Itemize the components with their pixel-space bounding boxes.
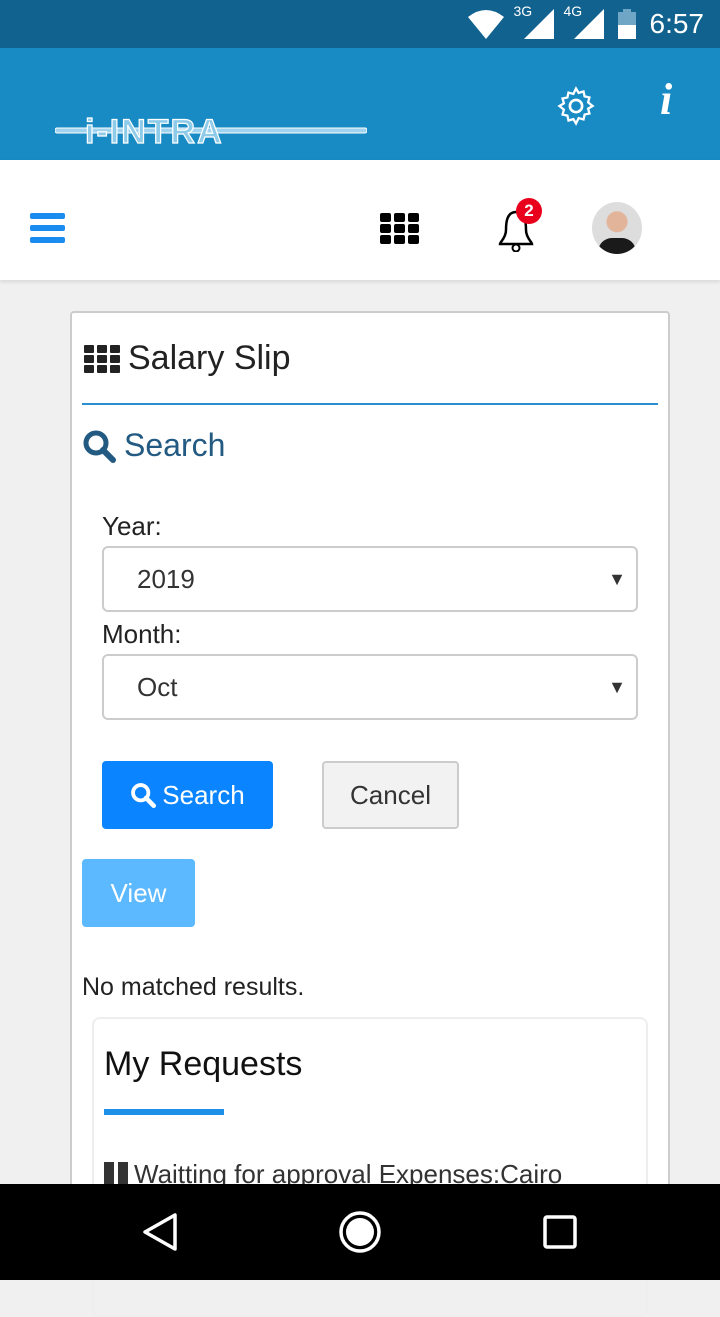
settings-gear-icon[interactable] <box>555 85 597 127</box>
no-results-text: No matched results. <box>82 973 305 1001</box>
info-icon[interactable]: i <box>660 74 672 125</box>
grid-icon <box>84 344 120 373</box>
search-heading: Search <box>82 427 225 464</box>
view-button[interactable]: View <box>82 859 195 927</box>
year-label: Year: <box>102 511 162 541</box>
divider <box>82 403 658 405</box>
wifi-icon <box>467 10 504 39</box>
page-title: Salary Slip <box>84 339 291 378</box>
android-nav-bar <box>0 1184 720 1280</box>
requests-title: My Requests <box>104 1045 303 1083</box>
status-bar: 3G 4G 6:57 <box>0 0 720 48</box>
hamburger-menu-icon[interactable] <box>30 213 65 243</box>
month-label: Month: <box>102 619 182 649</box>
recents-icon[interactable] <box>543 1215 577 1249</box>
title-underline <box>104 1109 224 1115</box>
back-icon[interactable] <box>142 1212 178 1252</box>
search-icon <box>83 430 116 463</box>
search-button[interactable]: Search <box>102 761 273 829</box>
apps-grid-icon[interactable] <box>380 213 420 245</box>
i-intra-logo: i-INTRA <box>55 113 367 147</box>
month-select[interactable]: Oct ▼ <box>102 654 638 720</box>
home-icon[interactable] <box>338 1210 382 1254</box>
clock: 6:57 <box>649 8 705 39</box>
dropdown-arrow-icon: ▼ <box>608 569 626 589</box>
notification-badge: 2 <box>516 198 542 224</box>
app-header: i-INTRA i <box>0 48 720 160</box>
toolbar: 2 <box>0 160 720 280</box>
dropdown-arrow-icon: ▼ <box>608 677 626 697</box>
search-icon <box>131 783 157 808</box>
salary-slip-panel: Salary Slip Search Year: 2019 ▼ Month: Oc… <box>70 311 670 1317</box>
user-avatar[interactable] <box>592 202 642 254</box>
year-select[interactable]: 2019 ▼ <box>102 546 638 612</box>
signal-4g-icon: 4G <box>564 3 604 39</box>
cancel-button[interactable]: Cancel <box>322 761 459 829</box>
battery-icon <box>617 9 636 39</box>
svg-text:i-INTRA: i-INTRA <box>85 113 224 147</box>
signal-3g-icon: 3G <box>514 3 554 39</box>
